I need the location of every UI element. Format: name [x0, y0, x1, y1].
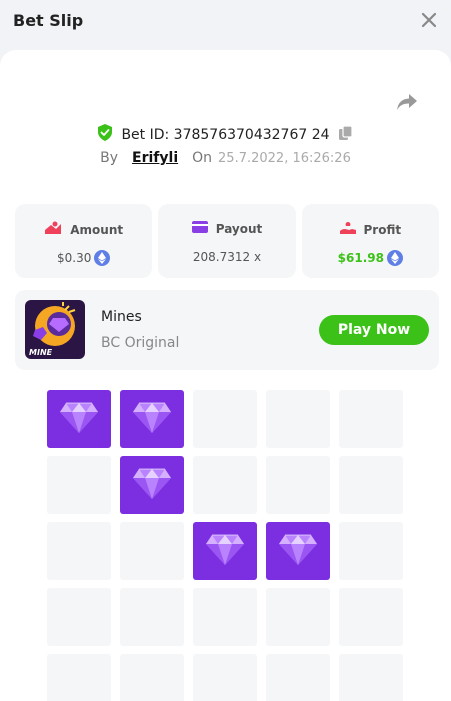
mine-tile — [193, 588, 257, 646]
mine-tile — [339, 522, 403, 580]
game-card: MINE Mines BC Original Play Now — [15, 290, 439, 370]
verified-icon — [97, 124, 113, 145]
mine-tile — [120, 522, 184, 580]
mine-tile — [47, 588, 111, 646]
amount-icon — [44, 221, 62, 238]
diamond-icon — [279, 534, 317, 565]
amount-value: $0.30 — [56, 251, 92, 265]
profit-card: Profit $61.98 — [301, 204, 439, 278]
mine-tile — [339, 588, 403, 646]
profit-label: Profit — [363, 222, 402, 237]
payout-icon — [191, 221, 208, 236]
by-label: By — [100, 150, 119, 166]
mine-tile — [193, 390, 257, 448]
mine-tile — [47, 522, 111, 580]
game-name: Mines — [101, 309, 142, 325]
eth-coin-icon — [94, 250, 111, 266]
game-subtitle: BC Original — [101, 335, 180, 351]
mine-tile — [339, 456, 403, 514]
profit-value: $61.98 — [337, 251, 384, 265]
page-title: Bet Slip — [13, 11, 84, 30]
bet-date: 25.7.2022, 16:26:26 — [218, 150, 351, 166]
mine-tile — [193, 654, 257, 701]
on-label: On — [192, 150, 213, 166]
mine-tile — [339, 390, 403, 448]
mine-tile-gem — [120, 390, 184, 448]
amount-card: Amount $0.30 — [15, 204, 153, 278]
mine-tile-gem — [47, 390, 111, 448]
payout-card: Payout 208.7312 x — [158, 204, 296, 278]
thumb-logo-text: MINE — [29, 348, 53, 357]
bet-author-row: By Erifyli On 25.7.2022, 16:26:26 — [0, 150, 451, 170]
mine-tile — [266, 654, 330, 701]
header: Bet Slip — [0, 0, 451, 42]
diamond-icon — [133, 402, 171, 433]
mine-tile — [120, 654, 184, 701]
mine-tile-gem — [120, 456, 184, 514]
diamond-icon — [206, 534, 244, 565]
mine-tile — [47, 456, 111, 514]
bet-id-text: Bet ID: 378576370432767 24 — [121, 126, 330, 143]
amount-label: Amount — [70, 222, 124, 237]
payout-label: Payout — [215, 221, 263, 236]
stats-cards: Amount $0.30 Payout 208.7312 x Profit $6… — [15, 204, 439, 278]
diamond-icon — [60, 402, 98, 433]
mine-tile-gem — [266, 522, 330, 580]
play-now-button[interactable]: Play Now — [319, 315, 429, 345]
mine-tile — [266, 588, 330, 646]
profit-icon — [339, 221, 356, 238]
mine-tile — [266, 456, 330, 514]
mine-tile — [47, 654, 111, 701]
mine-tile-gem — [193, 522, 257, 580]
mine-tile — [120, 588, 184, 646]
mine-tile — [193, 456, 257, 514]
diamond-icon — [133, 468, 171, 499]
bet-id-row: Bet ID: 378576370432767 24 — [0, 124, 451, 144]
mine-tile — [266, 390, 330, 448]
mines-game-thumbnail[interactable]: MINE — [25, 300, 85, 359]
user-link[interactable]: Erifyli — [132, 150, 178, 166]
close-icon[interactable] — [419, 10, 439, 30]
payout-value: 208.7312 x — [192, 250, 262, 264]
share-icon[interactable] — [396, 92, 418, 112]
mine-tile — [339, 654, 403, 701]
eth-coin-icon — [386, 250, 403, 266]
copy-icon[interactable] — [338, 124, 354, 145]
